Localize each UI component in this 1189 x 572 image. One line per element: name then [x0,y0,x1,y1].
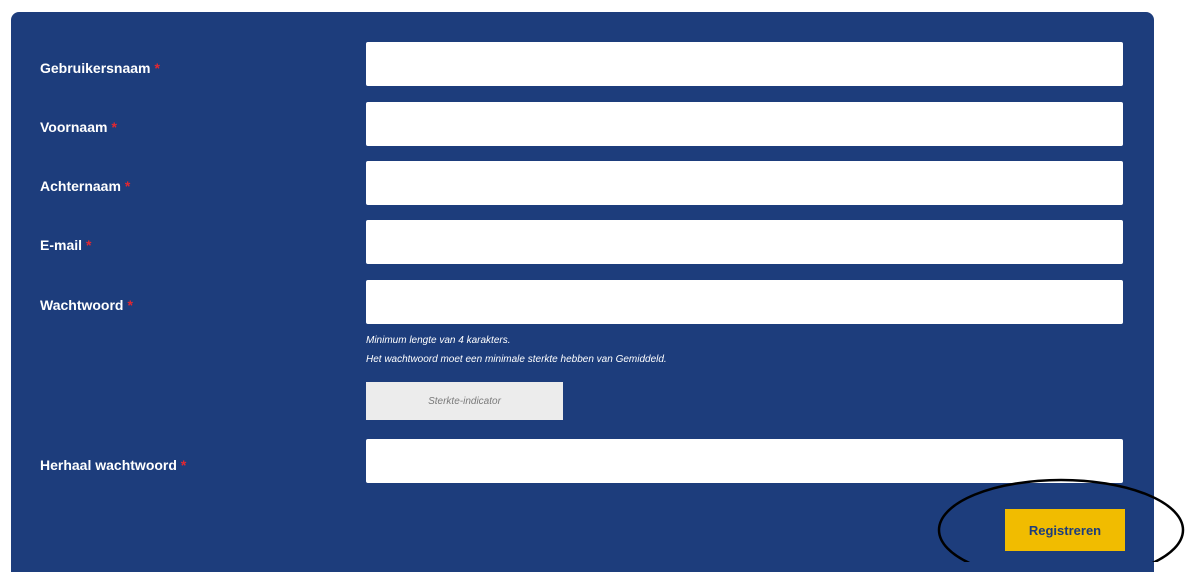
required-marker: * [86,237,92,253]
password-strength-hint: Het wachtwoord moet een minimale sterkte… [366,354,667,365]
required-marker: * [111,119,117,135]
first-name-label: Voornaam * [40,119,117,135]
last-name-label: Achternaam * [40,178,131,194]
password-label: Wachtwoord * [40,297,133,313]
password-min-length-hint: Minimum lengte van 4 karakters. [366,335,511,346]
email-input[interactable] [366,220,1123,264]
repeat-password-label: Herhaal wachtwoord * [40,457,187,473]
required-marker: * [127,297,133,313]
required-marker: * [154,60,160,76]
required-marker: * [180,457,187,473]
first-name-input[interactable] [366,102,1123,146]
password-strength-indicator: Sterkte-indicator [366,382,563,420]
last-name-input[interactable] [366,161,1123,205]
username-label: Gebruikersnaam * [40,60,160,76]
username-input[interactable] [366,42,1123,86]
password-input[interactable] [366,280,1123,324]
register-button[interactable]: Registreren [1005,509,1125,551]
email-label: E-mail * [40,237,92,253]
repeat-password-input[interactable] [366,439,1123,483]
required-marker: * [124,178,131,194]
